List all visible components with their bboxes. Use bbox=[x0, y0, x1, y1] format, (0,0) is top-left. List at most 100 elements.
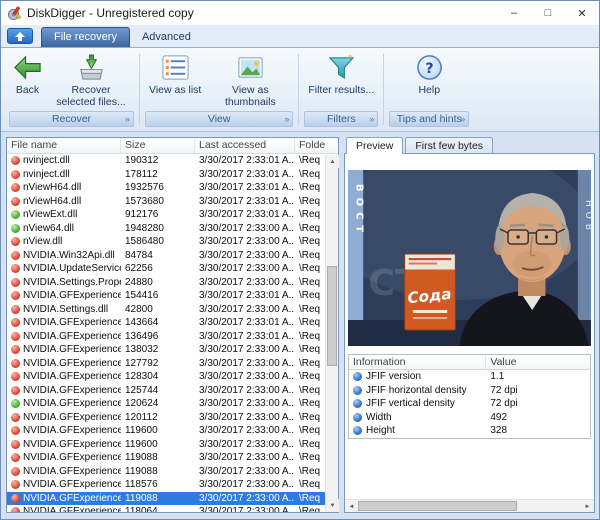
table-row[interactable]: NVIDIA.GFExperience.Re...1277923/30/2017… bbox=[7, 357, 325, 371]
table-row[interactable]: NVIDIA.UpdateService.dll622563/30/2017 2… bbox=[7, 262, 325, 276]
scroll-up-icon[interactable]: ▲ bbox=[326, 155, 339, 168]
tab-advanced[interactable]: Advanced bbox=[130, 28, 203, 47]
file-name-cell: NVIDIA.Win32Api.dll bbox=[7, 250, 121, 261]
dll-file-icon bbox=[11, 399, 20, 408]
dll-file-icon bbox=[11, 372, 20, 381]
file-name-text: NVIDIA.GFExperience.Re... bbox=[23, 344, 121, 355]
tab-preview[interactable]: Preview bbox=[346, 137, 403, 154]
table-row[interactable]: NVIDIA.GFExperience.Re...1364963/30/2017… bbox=[7, 330, 325, 344]
table-row[interactable]: nView64.dll19482803/30/2017 2:33:00 A...… bbox=[7, 222, 325, 236]
dll-file-icon bbox=[11, 156, 20, 165]
dll-file-icon bbox=[11, 224, 20, 233]
file-list-scrollbar[interactable]: ▲ ▼ bbox=[325, 155, 338, 512]
table-row[interactable]: NVIDIA.GFExperience.Re...1544163/30/2017… bbox=[7, 289, 325, 303]
back-button[interactable]: Back bbox=[8, 51, 47, 96]
table-row[interactable]: NVIDIA.Win32Api.dll847843/30/2017 2:33:0… bbox=[7, 249, 325, 263]
view-as-thumbnails-button[interactable]: View as thumbnails bbox=[206, 51, 294, 108]
view-as-list-button[interactable]: View as list bbox=[144, 51, 206, 96]
file-accessed-cell: 3/30/2017 2:33:00 A... bbox=[195, 277, 295, 288]
file-folder-cell: \Req bbox=[295, 493, 325, 504]
file-accessed-cell: 3/30/2017 2:33:00 A... bbox=[195, 250, 295, 261]
file-folder-cell: \Req bbox=[295, 358, 325, 369]
column-header-last-accessed[interactable]: Last accessed bbox=[195, 138, 295, 153]
table-row[interactable]: nvinject.dll1781123/30/2017 2:33:01 A...… bbox=[7, 168, 325, 182]
file-rows: nvinject.dll1903123/30/2017 2:33:01 A...… bbox=[7, 154, 325, 512]
file-size-cell: 120112 bbox=[121, 412, 195, 423]
info-value: 328 bbox=[486, 425, 590, 436]
file-name-text: NVIDIA.GFExperience.Re... bbox=[23, 466, 121, 477]
file-list-panel: File name Size Last accessed Folder nvin… bbox=[6, 137, 339, 513]
column-header-folder[interactable]: Folder bbox=[295, 138, 325, 153]
filter-results-button[interactable]: Filter results... bbox=[303, 51, 379, 96]
table-row[interactable]: NVIDIA.GFExperience.Re...1190883/30/2017… bbox=[7, 492, 325, 506]
scroll-right-icon[interactable]: ► bbox=[581, 500, 594, 513]
group-chevron-icon: » bbox=[460, 114, 465, 124]
recover-selected-files-label: Recover selected files... bbox=[52, 84, 130, 108]
file-size-cell: 190312 bbox=[121, 155, 195, 166]
help-button[interactable]: ? Help bbox=[410, 51, 449, 96]
close-button[interactable]: ✕ bbox=[565, 1, 599, 25]
maximize-button[interactable]: □ bbox=[531, 1, 565, 25]
scroll-left-icon[interactable]: ◄ bbox=[345, 500, 358, 513]
info-bullet-icon bbox=[353, 413, 362, 422]
title-bar[interactable]: DiskDigger - Unregistered copy – □ ✕ bbox=[1, 1, 599, 25]
table-row[interactable]: nViewH64.dll19325763/30/2017 2:33:01 A..… bbox=[7, 181, 325, 195]
table-row[interactable]: NVIDIA.GFExperience.Re...1436643/30/2017… bbox=[7, 316, 325, 330]
file-folder-cell: \Req bbox=[295, 398, 325, 409]
table-row[interactable]: nViewH64.dll15736803/30/2017 2:33:01 A..… bbox=[7, 195, 325, 209]
dll-file-icon bbox=[11, 278, 20, 287]
file-folder-cell: \Req bbox=[295, 371, 325, 382]
ribbon: Back Recover selected files... Recover » bbox=[1, 48, 599, 132]
dll-file-icon bbox=[11, 426, 20, 435]
file-name-cell: NVIDIA.GFExperience.Re... bbox=[7, 317, 121, 328]
table-row[interactable]: NVIDIA.GFExperience.Re...1206243/30/2017… bbox=[7, 397, 325, 411]
table-row[interactable]: nViewExt.dll9121763/30/2017 2:33:01 A...… bbox=[7, 208, 325, 222]
app-menu-button[interactable] bbox=[7, 28, 33, 44]
table-row[interactable]: NVIDIA.Settings.Properti...248803/30/201… bbox=[7, 276, 325, 290]
preview-horizontal-scrollbar[interactable]: ◄ ► bbox=[345, 499, 594, 512]
table-row[interactable]: NVIDIA.GFExperience.Re...1196003/30/2017… bbox=[7, 424, 325, 438]
table-row[interactable]: NVIDIA.GFExperience.Re...1185763/30/2017… bbox=[7, 478, 325, 492]
up-arrow-icon bbox=[14, 31, 26, 42]
group-tips-label: Tips and hints bbox=[397, 113, 462, 125]
ribbon-separator bbox=[139, 54, 140, 125]
column-header-size[interactable]: Size bbox=[121, 138, 195, 153]
file-accessed-cell: 3/30/2017 2:33:01 A... bbox=[195, 155, 295, 166]
table-row[interactable]: NVIDIA.GFExperience.Re...1190883/30/2017… bbox=[7, 451, 325, 465]
column-header-file-name[interactable]: File name bbox=[7, 138, 121, 153]
recover-files-icon bbox=[77, 53, 106, 82]
scrollbar-thumb[interactable] bbox=[358, 501, 517, 511]
file-size-cell: 118576 bbox=[121, 479, 195, 490]
table-row[interactable]: NVIDIA.GFExperience.Re...1180643/30/2017… bbox=[7, 505, 325, 512]
table-row[interactable]: NVIDIA.GFExperience.Re...1196003/30/2017… bbox=[7, 438, 325, 452]
table-row[interactable]: NVIDIA.GFExperience.Re...1257443/30/2017… bbox=[7, 384, 325, 398]
file-accessed-cell: 3/30/2017 2:33:00 A... bbox=[195, 493, 295, 504]
file-accessed-cell: 3/30/2017 2:33:00 A... bbox=[195, 398, 295, 409]
minimize-button[interactable]: – bbox=[497, 1, 531, 25]
table-row[interactable]: nView.dll15864803/30/2017 2:33:00 A...\R… bbox=[7, 235, 325, 249]
info-table: Information Value JFIF version1.1JFIF ho… bbox=[348, 354, 591, 439]
tab-file-recovery[interactable]: File recovery bbox=[41, 27, 130, 47]
table-row[interactable]: NVIDIA.GFExperience.Re...1190883/30/2017… bbox=[7, 465, 325, 479]
table-row[interactable]: nvinject.dll1903123/30/2017 2:33:01 A...… bbox=[7, 154, 325, 168]
info-column-information: Information bbox=[349, 355, 486, 369]
file-size-cell: 24880 bbox=[121, 277, 195, 288]
tab-first-few-bytes[interactable]: First few bytes bbox=[405, 137, 493, 154]
file-folder-cell: \Req bbox=[295, 331, 325, 342]
file-accessed-cell: 3/30/2017 2:33:01 A... bbox=[195, 331, 295, 342]
table-row[interactable]: NVIDIA.GFExperience.Re...1201123/30/2017… bbox=[7, 411, 325, 425]
file-accessed-cell: 3/30/2017 2:33:01 A... bbox=[195, 196, 295, 207]
table-row[interactable]: NVIDIA.GFExperience.Re...1283043/30/2017… bbox=[7, 370, 325, 384]
file-name-cell: NVIDIA.Settings.Properti... bbox=[7, 277, 121, 288]
file-name-text: NVIDIA.GFExperience.Re... bbox=[23, 439, 121, 450]
scroll-down-icon[interactable]: ▼ bbox=[326, 499, 339, 512]
table-row[interactable]: NVIDIA.Settings.dll428003/30/2017 2:33:0… bbox=[7, 303, 325, 317]
table-row[interactable]: NVIDIA.GFExperience.Re...1380323/30/2017… bbox=[7, 343, 325, 357]
file-accessed-cell: 3/30/2017 2:33:00 A... bbox=[195, 371, 295, 382]
file-accessed-cell: 3/30/2017 2:33:00 A... bbox=[195, 344, 295, 355]
recover-selected-files-button[interactable]: Recover selected files... bbox=[47, 51, 135, 108]
scrollbar-thumb[interactable] bbox=[327, 266, 337, 366]
dll-file-icon bbox=[11, 386, 20, 395]
filter-results-label: Filter results... bbox=[308, 84, 374, 96]
file-size-cell: 119600 bbox=[121, 425, 195, 436]
